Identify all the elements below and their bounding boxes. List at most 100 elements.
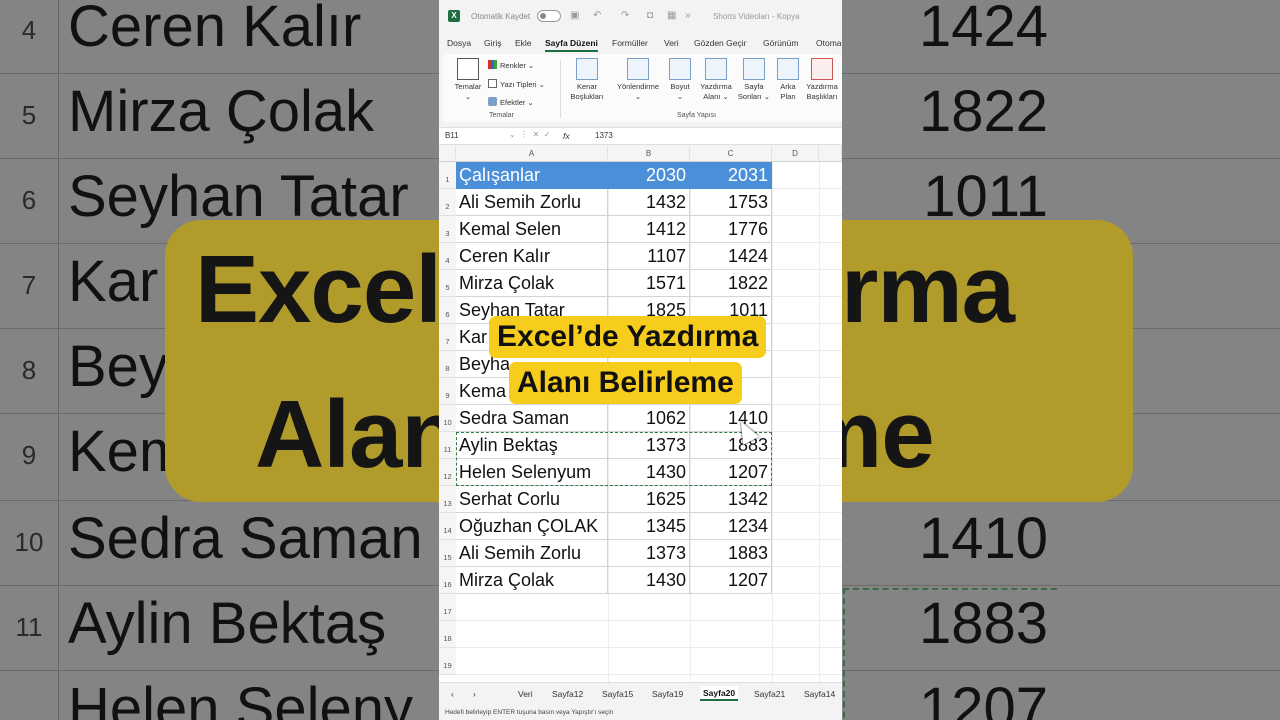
col-header-d[interactable]: D — [772, 146, 819, 162]
table-cell[interactable]: 1430 — [608, 567, 690, 594]
sheet-tab-veri[interactable]: Veri — [518, 689, 533, 699]
orientation-button[interactable]: Yönlendirme ⌄ — [613, 58, 663, 102]
themes-button[interactable]: Temalar ⌄ — [451, 58, 485, 102]
col-header-b[interactable]: B — [608, 146, 690, 162]
sheet-tab-sayfa20[interactable]: Sayfa20 — [700, 686, 739, 701]
table-cell[interactable]: Mirza Çolak — [456, 270, 608, 297]
print-area-button[interactable]: Yazdırma Alanı ⌄ — [697, 58, 735, 102]
table-cell[interactable]: 1883 — [690, 540, 772, 567]
tab-dosya[interactable]: Dosya — [447, 38, 471, 48]
row-header[interactable]: 11 — [439, 432, 456, 459]
row-header[interactable]: 2 — [439, 189, 456, 216]
table-cell[interactable]: 1062 — [608, 405, 690, 432]
save-icon[interactable]: ▣ — [570, 10, 579, 21]
tab-ekle[interactable]: Ekle — [515, 38, 532, 48]
sheet-tab-bar: ‹ › Veri Sayfa12 Sayfa15 Sayfa19 Sayfa20… — [439, 682, 842, 706]
table-cell[interactable]: Ali Semih Zorlu — [456, 189, 608, 216]
row-header[interactable]: 9 — [439, 378, 456, 405]
table-cell[interactable]: Kemal Selen — [456, 216, 608, 243]
row-header[interactable]: 19 — [439, 648, 456, 675]
tab-sayfa-duzeni[interactable]: Sayfa Düzeni — [545, 38, 598, 52]
bg-print-area-marquee — [843, 588, 1057, 720]
row-header[interactable]: 8 — [439, 351, 456, 378]
row-header[interactable]: 5 — [439, 270, 456, 297]
sheet-tab-sayfa15[interactable]: Sayfa15 — [602, 689, 633, 699]
print-titles-button[interactable]: Yazdırma Başlıkları — [803, 58, 841, 102]
effects-button[interactable]: Efektler ⌄ — [488, 97, 534, 107]
table-cell[interactable]: Ceren Kalır — [456, 243, 608, 270]
row-header[interactable]: 1 — [439, 162, 456, 189]
row-header[interactable]: 15 — [439, 540, 456, 567]
tab-giris[interactable]: Giriş — [484, 38, 501, 48]
size-button[interactable]: Boyut ⌄ — [667, 58, 693, 102]
background-button[interactable]: Arka Plan — [775, 58, 801, 102]
row-header[interactable]: 17 — [439, 594, 456, 621]
name-box-dropdown-icon[interactable]: ⌄ ⋮ ✕ ✓ — [509, 130, 550, 139]
corner-select-all[interactable] — [439, 146, 456, 162]
row-header[interactable]: 6 — [439, 297, 456, 324]
grid-icon[interactable]: ▦ — [667, 10, 676, 21]
table-cell[interactable]: 1753 — [690, 189, 772, 216]
row-header[interactable]: 4 — [439, 243, 456, 270]
table-cell[interactable]: Serhat Corlu — [456, 486, 608, 513]
table-cell[interactable]: Oğuzhan ÇOLAK — [456, 513, 608, 540]
row-header[interactable]: 10 — [439, 405, 456, 432]
redo-icon[interactable]: ↷ — [621, 10, 629, 21]
tab-gorunum[interactable]: Görünüm — [763, 38, 798, 48]
orientation-icon — [627, 58, 649, 80]
table-cell[interactable]: 1342 — [690, 486, 772, 513]
table-cell[interactable]: 1107 — [608, 243, 690, 270]
table-cell[interactable]: Mirza Çolak — [456, 567, 608, 594]
autosave-toggle[interactable] — [537, 10, 561, 22]
header-cell[interactable]: 2031 — [690, 162, 772, 189]
row-header[interactable]: 13 — [439, 486, 456, 513]
sheet-tab-sayfa19[interactable]: Sayfa19 — [652, 689, 683, 699]
table-cell[interactable]: 1822 — [690, 270, 772, 297]
row-header[interactable]: 3 — [439, 216, 456, 243]
name-box[interactable]: B11 — [445, 131, 459, 140]
row-header[interactable]: 18 — [439, 621, 456, 648]
fx-icon[interactable]: fx — [563, 131, 570, 141]
table-cell[interactable]: 1412 — [608, 216, 690, 243]
row-header[interactable]: 16 — [439, 567, 456, 594]
table-cell[interactable]: 1207 — [690, 567, 772, 594]
table-cell[interactable]: 1234 — [690, 513, 772, 540]
header-cell[interactable]: Çalışanlar — [456, 162, 608, 189]
table-cell[interactable]: Ali Semih Zorlu — [456, 540, 608, 567]
table-cell[interactable]: 1410 — [690, 405, 772, 432]
camera-icon[interactable]: ◘ — [647, 10, 653, 21]
table-cell[interactable]: 1345 — [608, 513, 690, 540]
more-icon[interactable]: » — [685, 10, 691, 21]
table-cell[interactable]: 1424 — [690, 243, 772, 270]
sheet-tab-sayfa12[interactable]: Sayfa12 — [552, 689, 583, 699]
row-header[interactable]: 12 — [439, 459, 456, 486]
tab-otomatik[interactable]: Otoma — [816, 38, 842, 48]
sheet-tab-sayfa21[interactable]: Sayfa21 — [754, 689, 785, 699]
col-header-c[interactable]: C — [690, 146, 772, 162]
tab-formuller[interactable]: Formüller — [612, 38, 648, 48]
margins-button[interactable]: Kenar Boşlukları — [567, 58, 607, 102]
table-cell[interactable]: 1432 — [608, 189, 690, 216]
col-header-e[interactable] — [819, 146, 842, 162]
table-cell[interactable]: 1625 — [608, 486, 690, 513]
sheet-next-icon[interactable]: › — [473, 689, 476, 699]
fonts-button[interactable]: Yazı Tipleri ⌄ — [488, 79, 545, 89]
undo-icon[interactable]: ↶ — [593, 10, 601, 21]
colors-label: Renkler — [500, 61, 526, 70]
table-cell[interactable]: 1571 — [608, 270, 690, 297]
tab-gozden-gecir[interactable]: Gözden Geçir — [694, 38, 746, 48]
sheet-grid[interactable]: A B C D 1 2 3 4 5 6 7 8 9 10 11 12 13 14 15 16 17 18 19 Çal… — [439, 146, 842, 682]
table-cell[interactable]: 1776 — [690, 216, 772, 243]
breaks-button[interactable]: Sayfa Sonları ⌄ — [737, 58, 771, 102]
tab-veri[interactable]: Veri — [664, 38, 679, 48]
colors-button[interactable]: Renkler ⌄ — [488, 60, 534, 70]
sheet-tab-sayfa14[interactable]: Sayfa14 — [804, 689, 835, 699]
sheet-prev-icon[interactable]: ‹ — [451, 689, 454, 699]
col-header-a[interactable]: A — [456, 146, 608, 162]
row-header[interactable]: 14 — [439, 513, 456, 540]
table-cell[interactable]: 1373 — [608, 540, 690, 567]
table-cell[interactable]: Sedra Saman — [456, 405, 608, 432]
header-cell[interactable]: 2030 — [608, 162, 690, 189]
formula-input[interactable]: 1373 — [595, 131, 613, 140]
row-header[interactable]: 7 — [439, 324, 456, 351]
